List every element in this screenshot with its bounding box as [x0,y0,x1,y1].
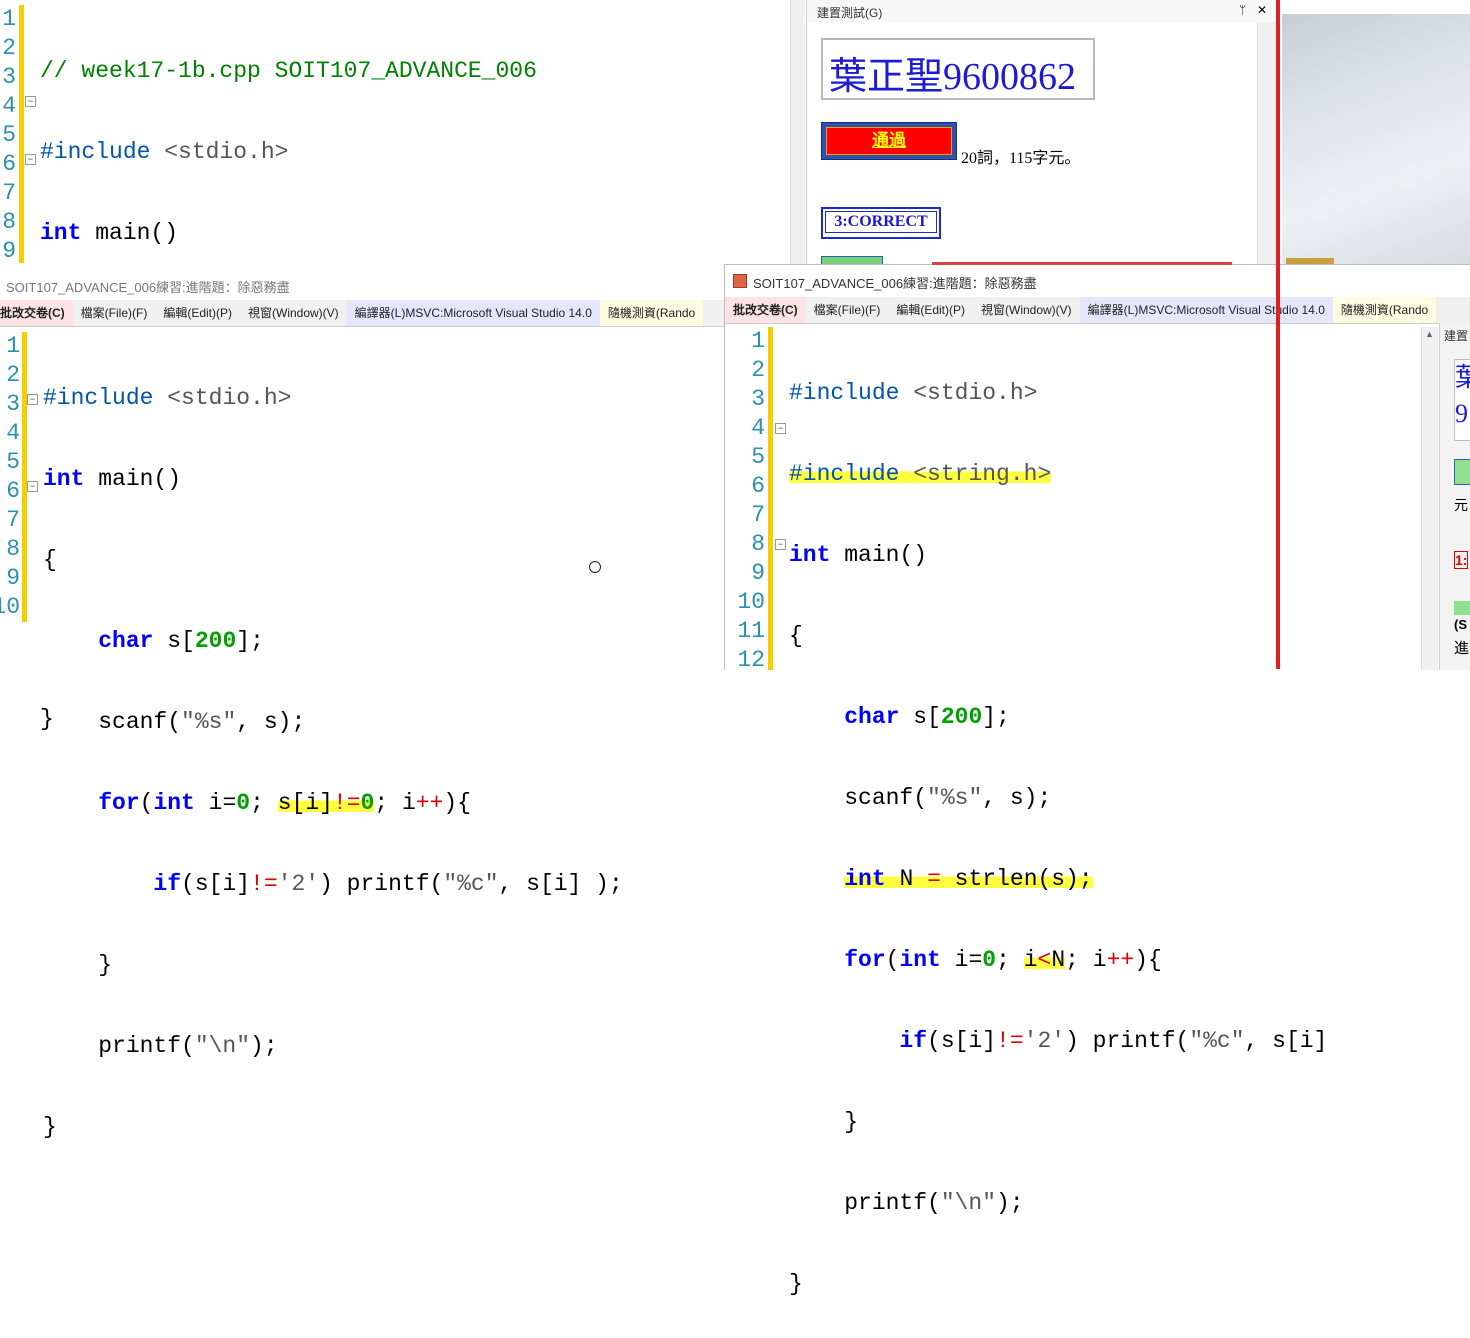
vertical-scrollbar[interactable]: ▲ [1421,327,1438,670]
top-code-editor[interactable]: 1 2 3 4 5 6 7 8 9 − − // week17-1b.cpp S… [0,0,805,732]
window-title: SOIT107_ADVANCE_006練習:進階題：除惡務盡 [6,280,290,295]
menu-compiler[interactable]: 編譯器(L)MSVC:Microsoft Visual Studio 14.0 [1079,297,1333,323]
menu-random-test[interactable]: 隨機測資(Rando [599,300,704,326]
pass-label: 通過 [872,131,906,150]
fold-toggle[interactable]: − [775,423,786,434]
menu-bar: 批改交卷(C) 檔案(File)(F) 編輯(Edit)(P) 視窗(Window)(… [725,297,1470,324]
stats-text: 20詞，115字元。 [961,150,1081,167]
close-icon[interactable]: ✕ [1257,3,1267,17]
vertical-scrollbar[interactable] [790,0,805,268]
code-text[interactable]: #include <stdio.h> int main() { char s[2… [43,332,623,1194]
side-green-strip [1454,601,1470,615]
menu-file[interactable]: 檔案(File)(F) [806,297,889,323]
pass-badge: 通過 [821,122,957,160]
camera-photo [1282,14,1470,268]
code-text[interactable]: #include <stdio.h> #include <string.h> i… [789,327,1419,1338]
fold-toggle[interactable]: − [25,154,36,165]
menu-window[interactable]: 視窗(Window)(V) [973,297,1080,323]
menu-submit[interactable]: 批改交卷(C) [0,300,73,326]
correct-label: 3:CORRECT [834,213,928,230]
cursor-circle [589,561,601,573]
menu-edit[interactable]: 編輯(Edit)(P) [155,300,240,326]
pin-icon[interactable]: ᛘ [1239,3,1246,17]
side-text-2: 1: [1454,551,1469,569]
side-text-3: (S [1454,617,1467,632]
panel-scrollbar[interactable] [1257,22,1276,268]
panel-titlebar: 建置測試(G) ᛘ ✕ [807,0,1275,23]
menu-compiler[interactable]: 編譯器(L)MSVC:Microsoft Visual Studio 14.0 [346,300,600,326]
line-number-gutter: 1 2 3 4 5 6 7 8 9 [2,6,16,264]
correct-badge: 3:CORRECT [821,207,941,239]
side-text-4: 進 [1454,640,1470,657]
menu-edit[interactable]: 編輯(Edit)(P) [888,297,973,323]
change-bar [19,5,24,263]
fold-toggle[interactable]: − [27,394,38,405]
red-annotation-line [1276,0,1280,669]
line-number-gutter: 1 2 3 4 5 6 7 8 9 10 11 12 [737,328,765,673]
side-name-box: 葉9 [1454,359,1470,441]
fold-toggle[interactable]: − [25,96,36,107]
build-test-panel: 建置測試(G) ᛘ ✕ 葉正聖9600862 通過 20詞，115字元。 3:C… [806,0,1276,270]
fold-toggle[interactable]: − [27,481,38,492]
side-green-button [1454,459,1470,485]
app-icon [733,274,747,288]
name-box: 葉正聖9600862 [821,38,1095,100]
panel-title: 建置測試(G) [817,6,883,20]
change-bar [22,332,27,622]
line-number-gutter: 1 2 3 4 5 6 7 8 9 10 [0,333,20,620]
side-text-1: 元 [1454,497,1468,513]
side-label: 建置 [1444,329,1469,343]
side-panel-peek: 建置 葉9 元 1: (S 進 [1439,323,1470,670]
menu-window[interactable]: 視窗(Window)(V) [240,300,347,326]
change-bar [768,327,773,670]
fold-toggle[interactable]: − [775,539,786,550]
menu-bar: 批改交卷(C) 檔案(File)(F) 編輯(Edit)(P) 視窗(Window)(… [0,300,724,327]
red-strip [932,262,1232,265]
window-titlebar: SOIT107_ADVANCE_006練習:進階題：除惡務盡 [0,270,724,298]
right-editor-window: SOIT107_ADVANCE_006練習:進階題：除惡務盡 批改交卷(C) 檔案… [724,264,1470,1297]
menu-random-test[interactable]: 隨機測資(Rando [1332,297,1437,323]
window-titlebar: SOIT107_ADVANCE_006練習:進階題：除惡務盡 [725,265,1470,295]
left-editor-window: SOIT107_ADVANCE_006練習:進階題：除惡務盡 批改交卷(C) 檔案… [0,270,724,1140]
name-text: 葉正聖9600862 [829,56,1077,98]
menu-file[interactable]: 檔案(File)(F) [73,300,156,326]
photo-frame-top [1280,0,1470,14]
window-title: SOIT107_ADVANCE_006練習:進階題：除惡務盡 [753,276,1037,291]
menu-submit[interactable]: 批改交卷(C) [725,297,806,323]
